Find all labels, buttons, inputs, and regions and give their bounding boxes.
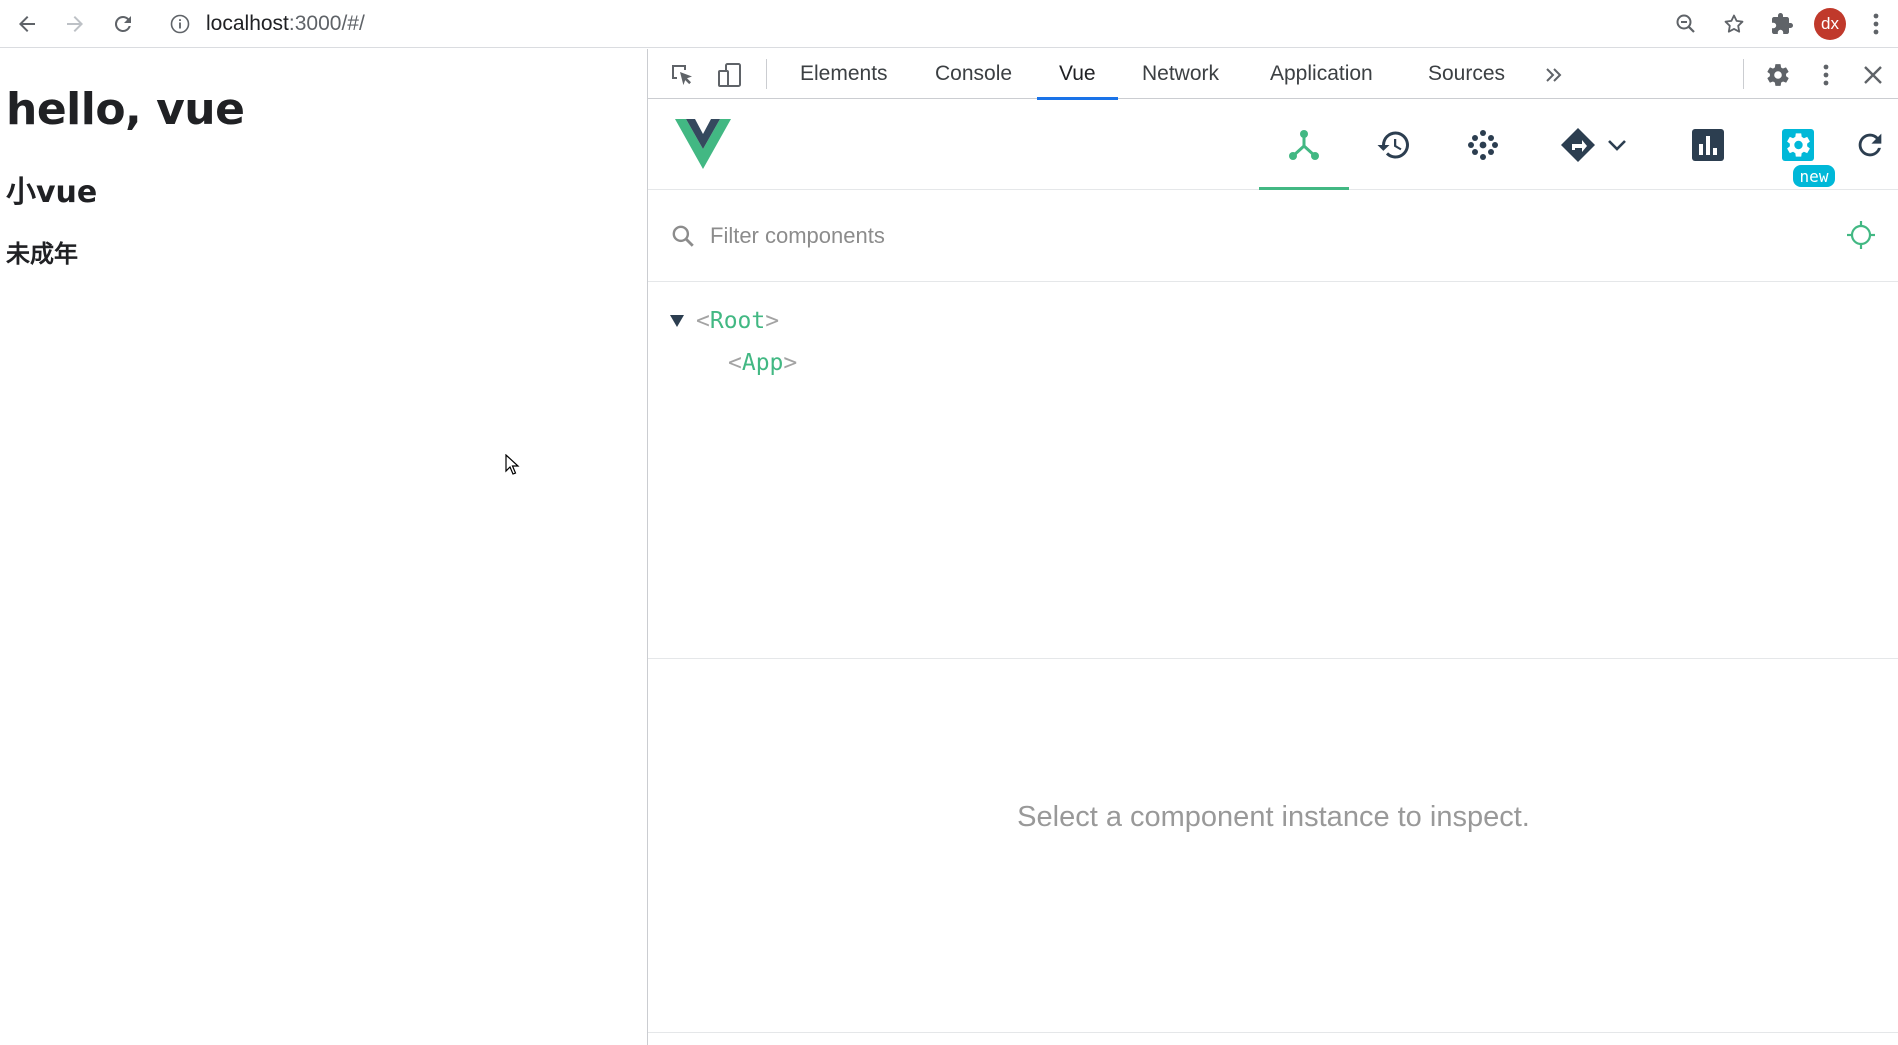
bar-chart-icon bbox=[1692, 128, 1724, 161]
page-heading-1: hello, vue bbox=[6, 84, 245, 135]
devtools-tabbar: Elements Console Vue Network Application… bbox=[648, 49, 1898, 100]
tag-open-bracket: < bbox=[728, 350, 742, 376]
tree-node-root[interactable]: < Root > bbox=[670, 304, 779, 338]
browser-toolbar: localhost:3000/#/ dx bbox=[0, 0, 1898, 48]
tab-application[interactable]: Application bbox=[1270, 49, 1373, 99]
devtools-panel: Elements Console Vue Network Application… bbox=[647, 49, 1898, 1045]
puzzle-icon bbox=[1772, 13, 1793, 34]
bookmark-button[interactable] bbox=[1710, 0, 1758, 48]
tag-close-bracket: > bbox=[783, 350, 798, 376]
tab-sources[interactable]: Sources bbox=[1428, 49, 1505, 99]
kebab-menu-icon bbox=[1823, 64, 1829, 86]
dots-grid-icon bbox=[1468, 129, 1498, 160]
address-bar[interactable]: localhost:3000/#/ bbox=[170, 8, 365, 40]
vuex-tab[interactable] bbox=[1663, 99, 1753, 190]
refresh-icon bbox=[1858, 133, 1882, 156]
back-button[interactable] bbox=[10, 7, 44, 41]
select-element-icon bbox=[672, 65, 692, 86]
arrow-right-icon bbox=[67, 16, 83, 32]
history-icon bbox=[1377, 131, 1409, 158]
vue-devtools-header: new bbox=[648, 99, 1898, 190]
more-tabs-button[interactable] bbox=[1536, 57, 1572, 93]
components-tab[interactable] bbox=[1259, 99, 1349, 190]
toolbar-divider bbox=[766, 59, 767, 89]
url-host: localhost bbox=[206, 12, 289, 35]
devtools-menu-button[interactable] bbox=[1808, 57, 1844, 93]
tab-console[interactable]: Console bbox=[935, 49, 1012, 99]
crosshair-icon[interactable] bbox=[1845, 219, 1877, 251]
inspect-element-button[interactable] bbox=[664, 57, 700, 93]
profile-button[interactable]: dx bbox=[1806, 0, 1854, 48]
web-page: hello, vue 小vue 未成年 bbox=[0, 49, 647, 1045]
tree-node-app[interactable]: < App > bbox=[728, 346, 797, 380]
browser-actions: dx bbox=[1662, 0, 1898, 48]
component-name: Root bbox=[709, 308, 766, 334]
component-tree-icon bbox=[1289, 129, 1319, 160]
reload-button[interactable] bbox=[106, 7, 140, 41]
component-name: App bbox=[741, 350, 784, 376]
timeline-tab[interactable] bbox=[1349, 99, 1439, 190]
bottom-divider bbox=[648, 1032, 1898, 1033]
device-icon bbox=[718, 63, 741, 87]
close-devtools-button[interactable] bbox=[1855, 57, 1891, 93]
empty-inspector-message: Select a component instance to inspect. bbox=[1017, 801, 1530, 833]
forward-button[interactable] bbox=[58, 7, 92, 41]
info-icon[interactable] bbox=[170, 14, 190, 34]
filter-components-input[interactable] bbox=[710, 219, 1760, 253]
filter-bar bbox=[648, 191, 1898, 282]
performance-tab[interactable] bbox=[1438, 99, 1528, 190]
mouse-cursor-icon bbox=[505, 454, 520, 475]
device-toolbar-button[interactable] bbox=[712, 57, 748, 93]
gear-icon bbox=[1767, 64, 1789, 86]
double-chevron-right-icon bbox=[1546, 68, 1562, 82]
search-icon bbox=[672, 225, 694, 247]
url-path: :3000/#/ bbox=[288, 12, 365, 35]
close-icon bbox=[1864, 66, 1882, 84]
reload-icon bbox=[114, 15, 131, 32]
browser-menu-button[interactable] bbox=[1854, 0, 1898, 48]
extensions-button[interactable] bbox=[1758, 0, 1806, 48]
arrow-left-icon bbox=[19, 16, 35, 32]
vue-logo-icon bbox=[675, 119, 731, 169]
kebab-menu-icon bbox=[1873, 13, 1879, 35]
settings-gear-icon bbox=[1782, 128, 1814, 161]
zoom-button[interactable] bbox=[1662, 0, 1710, 48]
tag-close-bracket: > bbox=[765, 308, 780, 334]
toolbar-divider bbox=[1743, 59, 1744, 89]
route-sign-icon bbox=[1561, 127, 1595, 162]
chevron-down-icon bbox=[1608, 139, 1626, 151]
star-icon bbox=[1724, 14, 1744, 33]
tab-elements[interactable]: Elements bbox=[800, 49, 888, 99]
new-badge: new bbox=[1793, 165, 1835, 187]
zoom-out-icon bbox=[1676, 14, 1695, 33]
component-tree: < Root > < App > bbox=[648, 283, 1898, 659]
devtools-settings-button[interactable] bbox=[1760, 57, 1796, 93]
tab-vue[interactable]: Vue bbox=[1037, 49, 1117, 100]
refresh-button[interactable] bbox=[1840, 99, 1898, 190]
tab-network[interactable]: Network bbox=[1142, 49, 1219, 99]
routing-tab[interactable] bbox=[1538, 99, 1648, 190]
page-heading-2: 小vue bbox=[6, 175, 98, 210]
avatar: dx bbox=[1814, 8, 1846, 40]
triangle-down-icon[interactable] bbox=[670, 315, 684, 327]
page-heading-3: 未成年 bbox=[6, 240, 78, 268]
tag-open-bracket: < bbox=[696, 308, 710, 334]
